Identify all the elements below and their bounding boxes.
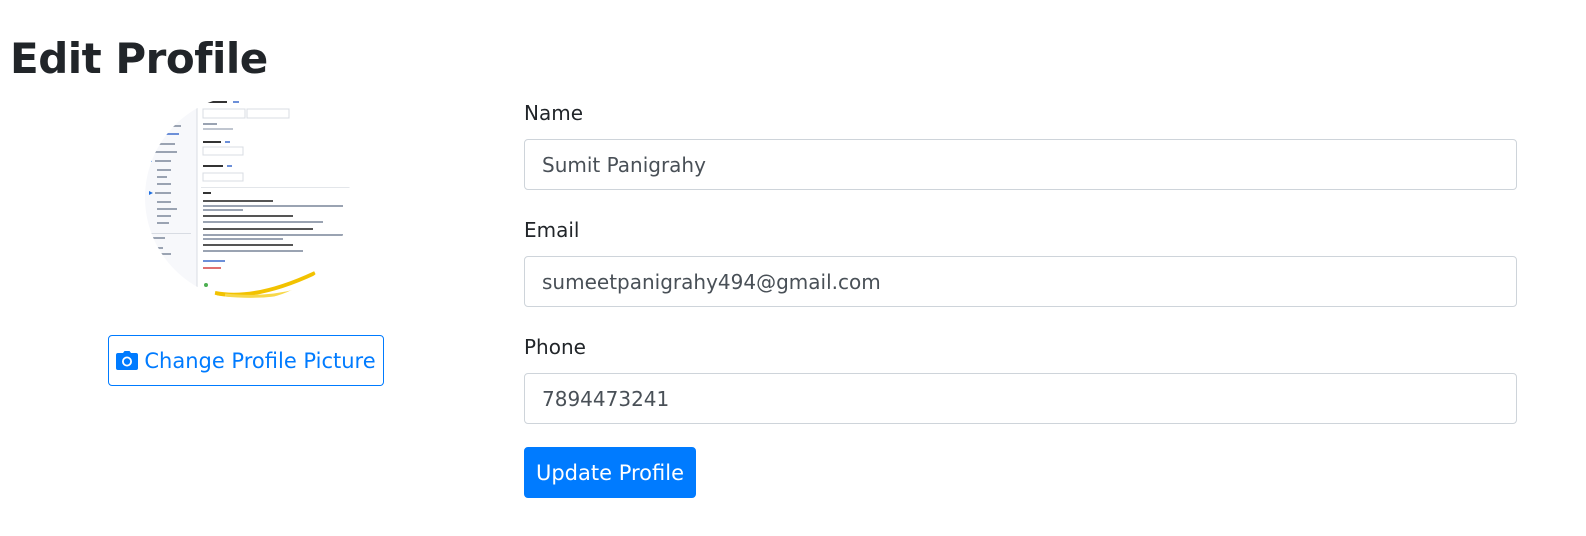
email-input[interactable]	[524, 256, 1517, 307]
change-profile-picture-button[interactable]: Change Profile Picture	[108, 335, 384, 386]
email-label: Email	[524, 218, 580, 242]
email-field-group: Email	[524, 215, 1517, 332]
phone-label: Phone	[524, 335, 586, 359]
name-input[interactable]	[524, 139, 1517, 190]
name-field-group: Name	[524, 98, 1517, 215]
update-profile-button[interactable]: Update Profile	[524, 447, 696, 498]
phone-field-group: Phone	[524, 332, 1517, 449]
profile-picture-image	[145, 95, 350, 300]
avatar	[145, 95, 350, 300]
camera-icon	[116, 351, 139, 370]
page-title: Edit Profile	[10, 34, 268, 83]
name-label: Name	[524, 101, 584, 125]
profile-form: Name Email Phone	[524, 98, 1517, 449]
phone-input[interactable]	[524, 373, 1517, 424]
change-profile-picture-label: Change Profile Picture	[144, 348, 376, 373]
